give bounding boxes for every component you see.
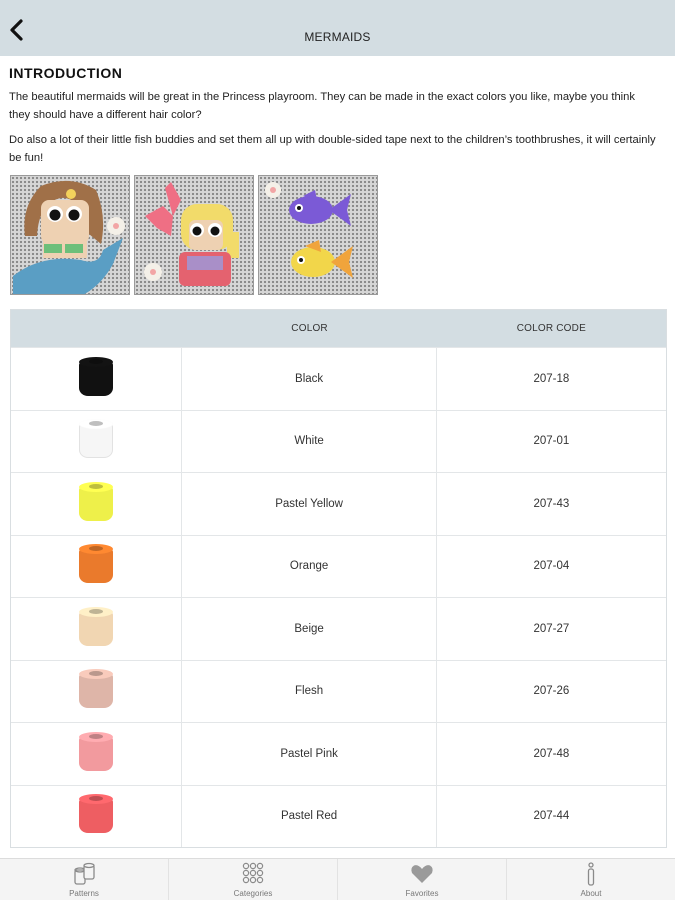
intro-paragraph: The beautiful mermaids will be great in … xyxy=(9,91,635,121)
top-bar: MERMAIDS xyxy=(0,0,675,56)
pattern-images xyxy=(10,175,378,295)
color-name: Black xyxy=(182,348,437,410)
heart-icon xyxy=(411,865,433,883)
swatch-cell xyxy=(11,348,183,410)
intro-paragraph: Do also a lot of their little fish buddi… xyxy=(9,134,656,164)
pattern-image[interactable] xyxy=(134,175,254,295)
table-row: Beige 207-27 xyxy=(11,597,666,660)
column-header-swatch xyxy=(11,310,182,347)
color-code: 207-26 xyxy=(533,685,570,698)
color-code: 207-01 xyxy=(533,435,570,448)
table-row: White 207-01 xyxy=(11,409,666,472)
column-header-color: COLOR xyxy=(291,323,328,334)
fishes-image xyxy=(265,182,353,278)
bead-spool-icon xyxy=(79,544,114,588)
color-name: Flesh xyxy=(182,660,437,722)
info-icon xyxy=(587,862,595,886)
mermaid-brown-hair-image xyxy=(13,180,125,294)
pattern-image[interactable] xyxy=(10,175,130,295)
table-row: Flesh 207-26 xyxy=(11,659,666,722)
swatch-cell xyxy=(11,723,183,785)
swatch-cell xyxy=(11,410,183,472)
tab-label: About xyxy=(580,889,602,898)
tab-label: Favorites xyxy=(405,889,439,898)
tab-label: Categories xyxy=(233,889,273,898)
table-body: Black 207-18 White 207-01 Pastel Yellow 207-4… xyxy=(11,347,666,847)
table-row: Pastel Yellow 207-43 xyxy=(11,472,666,535)
table-header: COLOR COLOR CODE xyxy=(11,310,666,347)
tab-bar: Patterns Categories Favorites About xyxy=(0,858,675,900)
bead-spool-icon xyxy=(79,669,114,713)
color-name: Orange xyxy=(182,535,437,597)
bead-spool-icon xyxy=(79,794,114,838)
color-code: 207-18 xyxy=(533,372,570,385)
table-row: Pastel Pink 207-48 xyxy=(11,722,666,785)
bead-spool-icon xyxy=(79,481,114,526)
intro-heading: INTRODUCTION xyxy=(9,65,123,81)
spools-icon xyxy=(74,862,95,885)
table-row: Orange 207-04 xyxy=(11,534,666,597)
tab-favorites[interactable]: Favorites xyxy=(338,859,507,900)
swatch-cell xyxy=(11,598,183,660)
bead-spool-icon xyxy=(79,419,114,463)
tab-label: Patterns xyxy=(69,889,99,898)
color-code: 207-27 xyxy=(533,622,570,635)
color-code: 207-43 xyxy=(533,497,570,510)
page-title: MERMAIDS xyxy=(304,30,371,44)
color-name: Pastel Red xyxy=(182,785,437,847)
color-table: COLOR COLOR CODE Black 207-18 White 207-01 P… xyxy=(10,309,667,848)
bead-spool-icon xyxy=(79,356,114,401)
color-name: Pastel Pink xyxy=(182,723,437,785)
swatch-cell xyxy=(11,473,183,535)
tab-categories[interactable]: Categories xyxy=(169,859,338,900)
swatch-cell xyxy=(11,660,183,722)
pattern-image[interactable] xyxy=(258,175,378,295)
color-name: Pastel Yellow xyxy=(182,473,437,535)
swatch-cell xyxy=(11,535,183,597)
color-name: Beige xyxy=(182,598,437,660)
bead-spool-icon xyxy=(79,606,114,651)
color-code: 207-44 xyxy=(533,810,570,823)
tab-patterns[interactable]: Patterns xyxy=(0,859,169,900)
swatch-cell xyxy=(11,785,183,847)
table-row: Black 207-18 xyxy=(11,347,666,410)
color-code: 207-48 xyxy=(533,747,570,760)
bead-grid-icon xyxy=(242,862,264,884)
table-row: Pastel Red 207-44 xyxy=(11,784,666,847)
color-name: White xyxy=(182,410,437,472)
color-code: 207-04 xyxy=(533,560,570,573)
bead-spool-icon xyxy=(79,731,114,776)
mermaid-blonde-hair-image xyxy=(144,182,239,286)
content-area[interactable]: INTRODUCTION The beautiful mermaids will… xyxy=(0,56,675,858)
tab-about[interactable]: About xyxy=(507,859,675,900)
column-header-color-code: COLOR CODE xyxy=(516,323,586,334)
